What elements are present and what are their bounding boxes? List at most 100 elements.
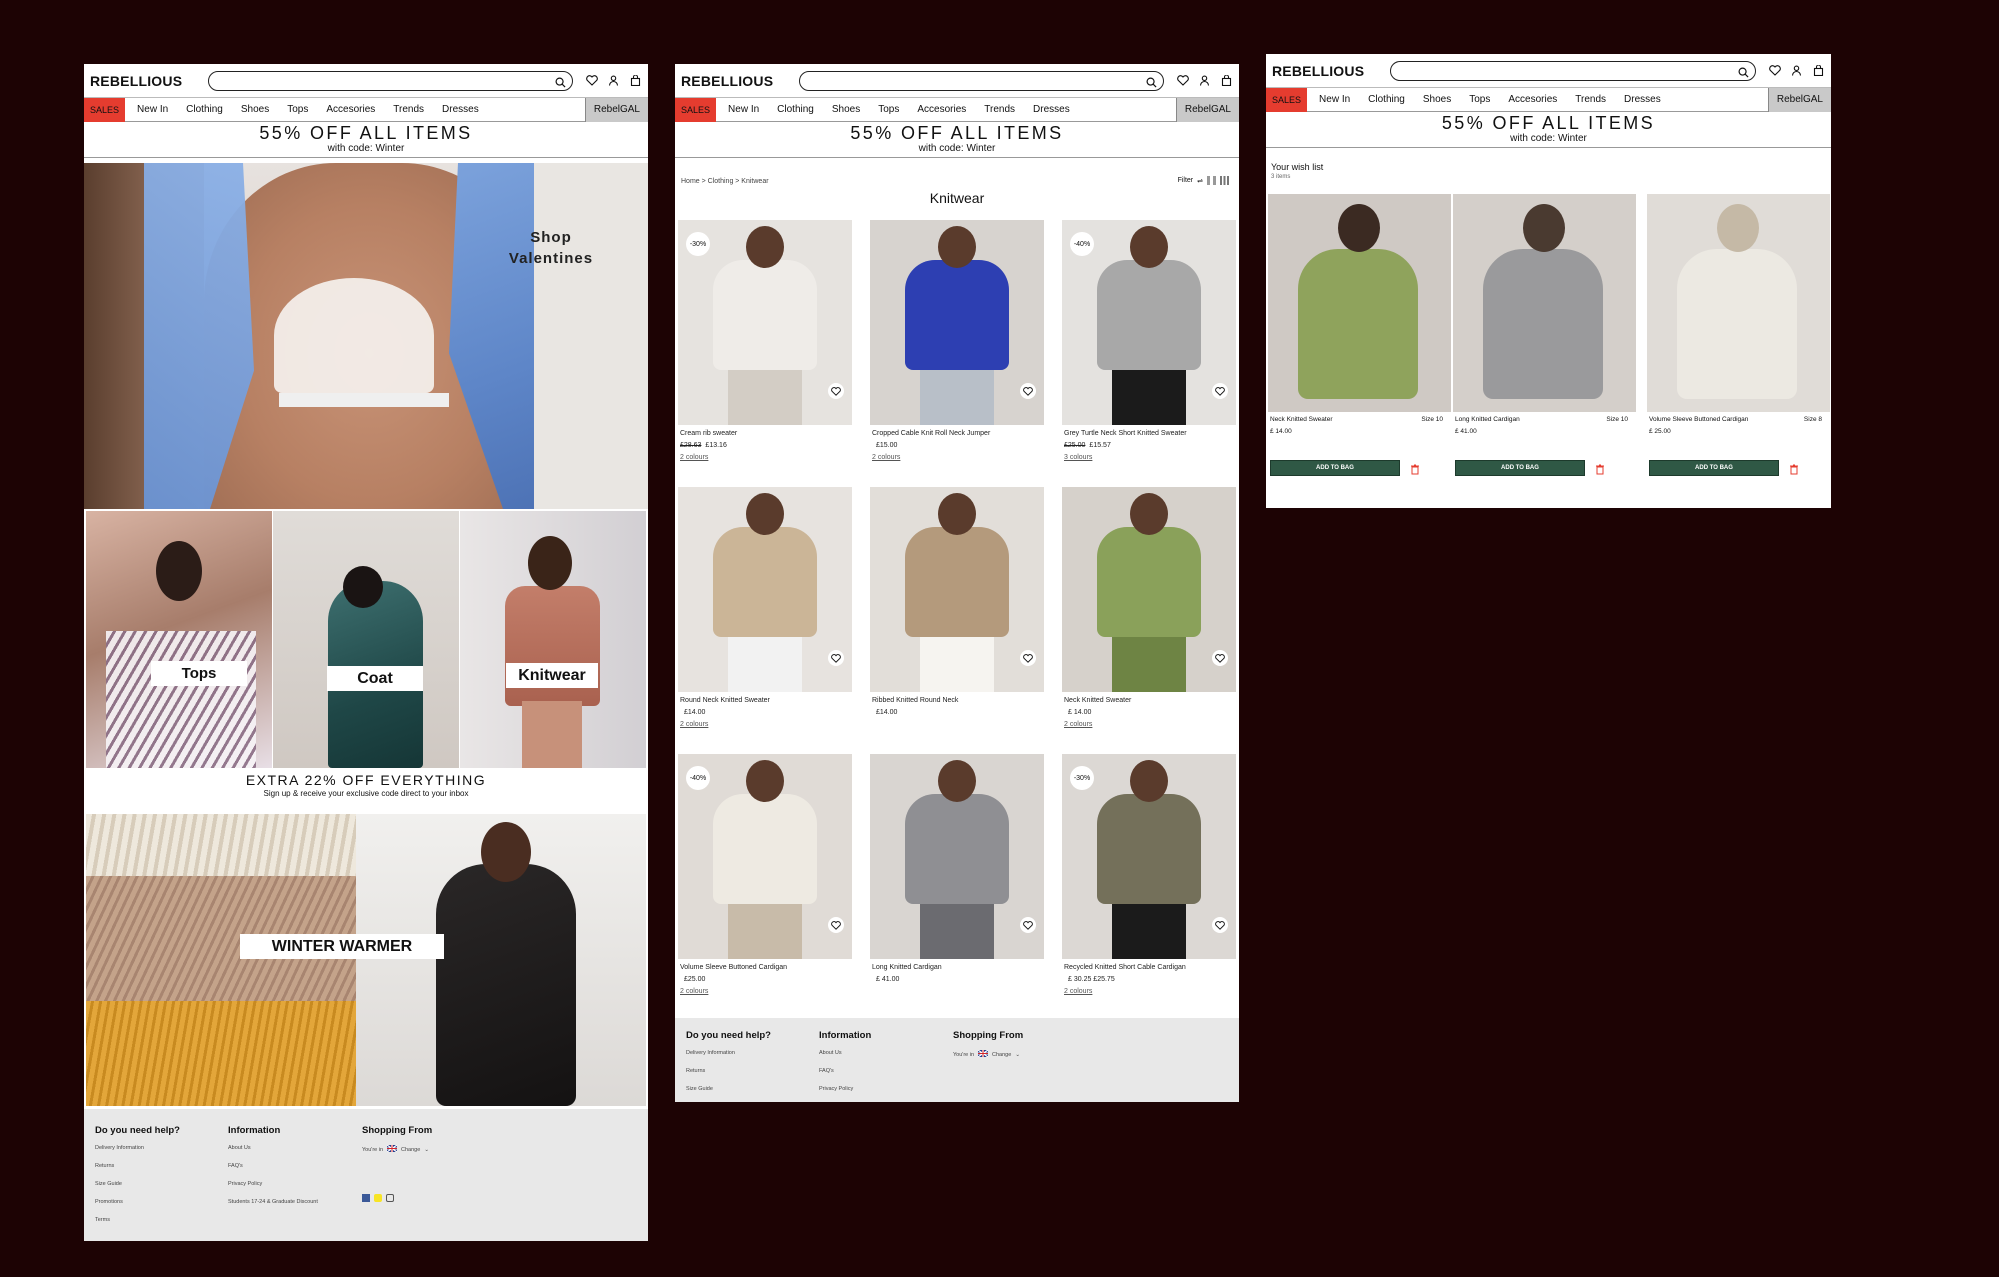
search-input[interactable] xyxy=(208,70,573,93)
wishlist-item-name[interactable]: Volume Sleeve Buttoned Cardigan xyxy=(1649,416,1748,423)
footer-link[interactable]: Returns xyxy=(686,1068,771,1074)
nav-clothing[interactable]: Clothing xyxy=(1368,94,1405,105)
nav-accessories[interactable]: Accesories xyxy=(917,104,966,115)
nav-sales[interactable]: SALES xyxy=(1266,87,1308,112)
footer-link[interactable]: Promotions xyxy=(95,1199,180,1205)
wishlist-heart-icon[interactable] xyxy=(1212,383,1228,399)
promo-banner[interactable]: 55% OFF ALL ITEMS with code: Winter xyxy=(675,122,1239,158)
search-icon[interactable] xyxy=(555,75,566,93)
product-name[interactable]: Grey Turtle Neck Short Knitted Sweater xyxy=(1064,428,1234,440)
product-colours[interactable]: 2 colours xyxy=(872,452,1042,464)
add-to-bag-button[interactable]: ADD TO BAG xyxy=(1649,460,1779,476)
footer-link[interactable]: Terms xyxy=(95,1217,180,1223)
category-tile-knitwear[interactable]: Knitwear xyxy=(460,511,646,768)
bag-icon[interactable] xyxy=(629,74,642,87)
nav-sales[interactable]: SALES xyxy=(675,97,717,122)
footer-link[interactable]: About Us xyxy=(819,1050,871,1056)
instagram-icon[interactable] xyxy=(386,1194,394,1202)
nav-clothing[interactable]: Clothing xyxy=(777,104,814,115)
nav-rebelgal[interactable]: RebelGAL xyxy=(584,98,648,122)
add-to-bag-button[interactable]: ADD TO BAG xyxy=(1270,460,1400,476)
footer-link[interactable]: Size Guide xyxy=(686,1086,771,1092)
product-colours[interactable]: 2 colours xyxy=(1064,719,1234,731)
footer-link[interactable]: Delivery Information xyxy=(95,1145,180,1151)
nav-shoes[interactable]: Shoes xyxy=(832,104,860,115)
product-card[interactable]: Ribbed Knitted Round Neck £14.00 xyxy=(870,487,1044,749)
wishlist-heart-icon[interactable] xyxy=(828,917,844,933)
product-name[interactable]: Long Knitted Cardigan xyxy=(872,962,1042,974)
nav-dresses[interactable]: Dresses xyxy=(1624,94,1661,105)
product-card[interactable]: Neck Knitted Sweater £ 14.00 2 colours xyxy=(1062,487,1236,749)
filter-icon[interactable]: ⇌ xyxy=(1197,177,1203,185)
nav-rebelgal[interactable]: RebelGAL xyxy=(1767,88,1831,112)
footer-link[interactable]: Students 17-24 & Graduate Discount xyxy=(228,1199,318,1205)
nav-trends[interactable]: Trends xyxy=(1575,94,1606,105)
user-icon[interactable] xyxy=(607,74,620,87)
snapchat-icon[interactable] xyxy=(374,1194,382,1202)
product-image[interactable] xyxy=(870,487,1044,692)
product-name[interactable]: Volume Sleeve Buttoned Cardigan xyxy=(680,962,850,974)
bag-icon[interactable] xyxy=(1220,74,1233,87)
trash-icon[interactable] xyxy=(1595,462,1605,475)
footer-link[interactable]: FAQ's xyxy=(819,1068,871,1074)
wishlist-image[interactable] xyxy=(1268,194,1451,412)
footer-link[interactable]: About Us xyxy=(228,1145,318,1151)
chevron-down-icon[interactable]: ⌄ xyxy=(1015,1052,1020,1058)
nav-clothing[interactable]: Clothing xyxy=(186,104,223,115)
wishlist-heart-icon[interactable] xyxy=(1020,650,1036,666)
wishlist-card[interactable]: Long Knitted Cardigan Size 10 £ 41.00 AD… xyxy=(1453,194,1636,494)
footer-link[interactable]: Privacy Policy xyxy=(228,1181,318,1187)
wishlist-heart-icon[interactable] xyxy=(828,383,844,399)
wishlist-heart-icon[interactable] xyxy=(1212,650,1228,666)
brand-logo[interactable]: REBELLIOUS xyxy=(90,73,200,89)
nav-accessories[interactable]: Accesories xyxy=(1508,94,1557,105)
nav-trends[interactable]: Trends xyxy=(984,104,1015,115)
wishlist-heart-icon[interactable] xyxy=(1212,917,1228,933)
wishlist-card[interactable]: Neck Knitted Sweater Size 10 £ 14.00 ADD… xyxy=(1268,194,1451,494)
product-colours[interactable]: 2 colours xyxy=(680,452,850,464)
nav-dresses[interactable]: Dresses xyxy=(1033,104,1070,115)
filter-control[interactable]: Filter ⇌ xyxy=(1178,176,1229,185)
wishlist-item-name[interactable]: Long Knitted Cardigan xyxy=(1455,416,1520,423)
product-card[interactable]: -30% Cream rib sweater £28.63 £13.16 2 col… xyxy=(678,220,852,482)
product-name[interactable]: Cropped Cable Knit Roll Neck Jumper xyxy=(872,428,1042,440)
nav-shoes[interactable]: Shoes xyxy=(1423,94,1451,105)
grid-2-icon[interactable] xyxy=(1207,176,1216,185)
footer-link[interactable]: Returns xyxy=(95,1163,180,1169)
heart-icon[interactable] xyxy=(1176,74,1189,87)
user-icon[interactable] xyxy=(1198,74,1211,87)
user-icon[interactable] xyxy=(1790,64,1803,77)
trash-icon[interactable] xyxy=(1789,462,1799,475)
wishlist-heart-icon[interactable] xyxy=(828,650,844,666)
search-input[interactable] xyxy=(1390,60,1756,83)
nav-dresses[interactable]: Dresses xyxy=(442,104,479,115)
facebook-icon[interactable] xyxy=(362,1194,370,1202)
category-tile-coat[interactable]: Coat xyxy=(273,511,459,768)
product-name[interactable]: Recycled Knitted Short Cable Cardigan xyxy=(1064,962,1234,974)
product-image[interactable] xyxy=(678,487,852,692)
footer-link[interactable]: Size Guide xyxy=(95,1181,180,1187)
nav-new-in[interactable]: New In xyxy=(1319,94,1350,105)
grid-3-icon[interactable] xyxy=(1220,176,1229,185)
search-icon[interactable] xyxy=(1738,65,1749,83)
product-card[interactable]: -40% Grey Turtle Neck Short Knitted Sweat… xyxy=(1062,220,1236,482)
product-name[interactable]: Ribbed Knitted Round Neck xyxy=(872,695,1042,707)
nav-new-in[interactable]: New In xyxy=(728,104,759,115)
wishlist-heart-icon[interactable] xyxy=(1020,383,1036,399)
product-colours[interactable]: 2 colours xyxy=(680,719,850,731)
hero-cta[interactable]: Shop Valentines xyxy=(496,227,606,269)
wishlist-image[interactable] xyxy=(1453,194,1636,412)
nav-rebelgal[interactable]: RebelGAL xyxy=(1175,98,1239,122)
product-colours[interactable]: 3 colours xyxy=(1064,452,1234,464)
trash-icon[interactable] xyxy=(1410,462,1420,475)
nav-tops[interactable]: Tops xyxy=(878,104,899,115)
product-colours[interactable]: 2 colours xyxy=(1064,986,1234,998)
promo-banner[interactable]: 55% OFF ALL ITEMS with code: Winter xyxy=(1266,112,1831,148)
wishlist-image[interactable] xyxy=(1647,194,1830,412)
nav-new-in[interactable]: New In xyxy=(137,104,168,115)
brand-logo[interactable]: REBELLIOUS xyxy=(1272,63,1382,79)
product-colours[interactable]: 2 colours xyxy=(680,986,850,998)
product-image[interactable] xyxy=(1062,487,1236,692)
chevron-down-icon[interactable]: ⌄ xyxy=(424,1147,429,1153)
nav-trends[interactable]: Trends xyxy=(393,104,424,115)
